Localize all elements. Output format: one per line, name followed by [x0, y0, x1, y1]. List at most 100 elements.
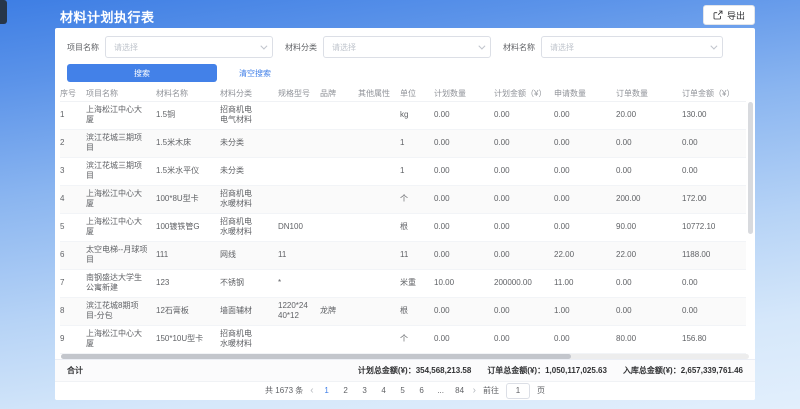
summary-item-value: 1,050,117,025.63: [545, 366, 607, 375]
page-number-1[interactable]: 1: [321, 386, 333, 395]
cell: 200.00: [616, 185, 682, 213]
page-number-2[interactable]: 2: [340, 386, 352, 395]
cell: 111: [156, 241, 220, 269]
cell: 1188.00: [682, 241, 746, 269]
cell: 墙面辅材: [220, 297, 278, 325]
cell: 上海松江中心大厦: [86, 325, 156, 353]
goto-page-input[interactable]: [506, 383, 530, 399]
cell: 根: [400, 297, 434, 325]
cell: 招商机电 水暖材料: [220, 185, 278, 213]
cell: [358, 157, 400, 185]
cell: [358, 241, 400, 269]
page: 材料计划执行表 导出 项目名称请选择材料分类请选择材料名称请选择 搜索 清空搜索…: [0, 0, 800, 409]
next-page-button[interactable]: ›: [473, 387, 476, 395]
select-placeholder: 请选择: [550, 42, 574, 53]
cell: 1: [400, 157, 434, 185]
cell: 上海松江中心大厦: [86, 185, 156, 213]
select-placeholder: 请选择: [332, 42, 356, 53]
cell: 0.00: [434, 241, 494, 269]
table-row[interactable]: 4上海松江中心大厦100*8U型卡招商机电 水暖材料个0.000.000.002…: [60, 185, 746, 213]
content-card: 项目名称请选择材料分类请选择材料名称请选择 搜索 清空搜索 序号项目名称材料名称…: [55, 28, 755, 400]
table-header-row: 序号项目名称材料名称材料分类规格型号品牌其他属性单位计划数量计划金额（¥）申请数…: [60, 86, 746, 101]
page-number-5[interactable]: 5: [397, 386, 409, 395]
column-header: 申请数量: [554, 86, 616, 101]
page-title: 材料计划执行表: [60, 7, 155, 26]
cell: *: [278, 269, 320, 297]
page-number-4[interactable]: 4: [378, 386, 390, 395]
column-header: 序号: [60, 86, 86, 101]
sidebar-collapsed-tab[interactable]: [0, 0, 7, 24]
table-row[interactable]: 8滨江花城8期项目-分包12石膏板墙面辅材1220*2440*12龙牌根0.00…: [60, 297, 746, 325]
cell: [320, 101, 358, 129]
filter-select-0[interactable]: 请选择: [105, 36, 273, 58]
cell: 4: [60, 185, 86, 213]
cell: 1220*2440*12: [278, 297, 320, 325]
cell: 龙牌: [320, 297, 358, 325]
cell: 不锈钢: [220, 269, 278, 297]
summary-totals: 计划总金额(¥)：354,568,213.58订单总金额(¥)：1,050,11…: [358, 365, 743, 376]
page-number-84[interactable]: 84: [454, 386, 466, 395]
cell: 1.00: [554, 297, 616, 325]
filter-select-1[interactable]: 请选择: [323, 36, 491, 58]
cell: 1: [60, 101, 86, 129]
cell: [358, 101, 400, 129]
cell: 11.00: [554, 269, 616, 297]
page-number-6[interactable]: 6: [416, 386, 428, 395]
filter-label: 材料名称: [503, 42, 535, 53]
page-number-3[interactable]: 3: [359, 386, 371, 395]
cell: [320, 185, 358, 213]
column-header: 计划金额（¥）: [494, 86, 554, 101]
cell: 未分类: [220, 157, 278, 185]
table-row[interactable]: 2滨江花城三期项目1.5米木床未分类10.000.000.000.000.00: [60, 129, 746, 157]
pagination: 共 1673 条 ‹ 123456...84 › 前往 页: [55, 382, 755, 401]
cell: 6: [60, 241, 86, 269]
table-row[interactable]: 5上海松江中心大厦100镀铁管G招商机电 水暖材料DN100根0.000.000…: [60, 213, 746, 241]
cell: 0.00: [616, 157, 682, 185]
cell: 0.00: [616, 129, 682, 157]
cell: [358, 325, 400, 353]
cell: 招商机电 水暖材料: [220, 213, 278, 241]
cell: 2: [60, 129, 86, 157]
vertical-scrollbar-thumb[interactable]: [748, 102, 753, 234]
prev-page-button[interactable]: ‹: [310, 387, 313, 395]
search-button[interactable]: 搜索: [67, 64, 217, 82]
cell: 0.00: [682, 129, 746, 157]
cell: 0.00: [554, 157, 616, 185]
cell: [320, 213, 358, 241]
table-row[interactable]: 7南钢盛达大学生公寓新建123不锈钢*米重10.00200000.0011.00…: [60, 269, 746, 297]
table-row[interactable]: 9上海松江中心大厦150*10U型卡招商机电 水暖材料个0.000.000.00…: [60, 325, 746, 353]
cell: 9: [60, 325, 86, 353]
export-button-label: 导出: [727, 9, 745, 22]
column-header: 品牌: [320, 86, 358, 101]
cell: 米重: [400, 269, 434, 297]
cell: 0.00: [434, 297, 494, 325]
column-header: 材料名称: [156, 86, 220, 101]
table-row[interactable]: 6太空电梯--月球项目111网线11110.000.0022.0022.0011…: [60, 241, 746, 269]
cell: 22.00: [554, 241, 616, 269]
filter-label: 材料分类: [285, 42, 317, 53]
cell: 123: [156, 269, 220, 297]
clear-search-link[interactable]: 清空搜索: [239, 68, 271, 79]
cell: [278, 157, 320, 185]
cell: 0.00: [554, 101, 616, 129]
cell: 0.00: [494, 241, 554, 269]
cell: 0.00: [494, 213, 554, 241]
cell: 3: [60, 157, 86, 185]
table-row[interactable]: 3滨江花城三期项目1.5米水平仪未分类10.000.000.000.000.00: [60, 157, 746, 185]
cell: 0.00: [554, 213, 616, 241]
materials-table: 序号项目名称材料名称材料分类规格型号品牌其他属性单位计划数量计划金额（¥）申请数…: [60, 86, 746, 354]
filter-select-2[interactable]: 请选择: [541, 36, 723, 58]
cell: 0.00: [554, 185, 616, 213]
cell: 7: [60, 269, 86, 297]
cell: 156.80: [682, 325, 746, 353]
table-row[interactable]: 1上海松江中心大厦1.5铜招商机电 电气材料kg0.000.000.0020.0…: [60, 101, 746, 129]
chevron-down-icon: [710, 43, 717, 50]
cell: [358, 129, 400, 157]
cell: [358, 185, 400, 213]
cell: 1: [400, 129, 434, 157]
action-row: 搜索 清空搜索: [55, 58, 755, 86]
export-button[interactable]: 导出: [703, 5, 755, 25]
cell: 0.00: [616, 297, 682, 325]
page-ellipsis[interactable]: ...: [435, 386, 447, 395]
total-label: 合计: [67, 365, 83, 376]
